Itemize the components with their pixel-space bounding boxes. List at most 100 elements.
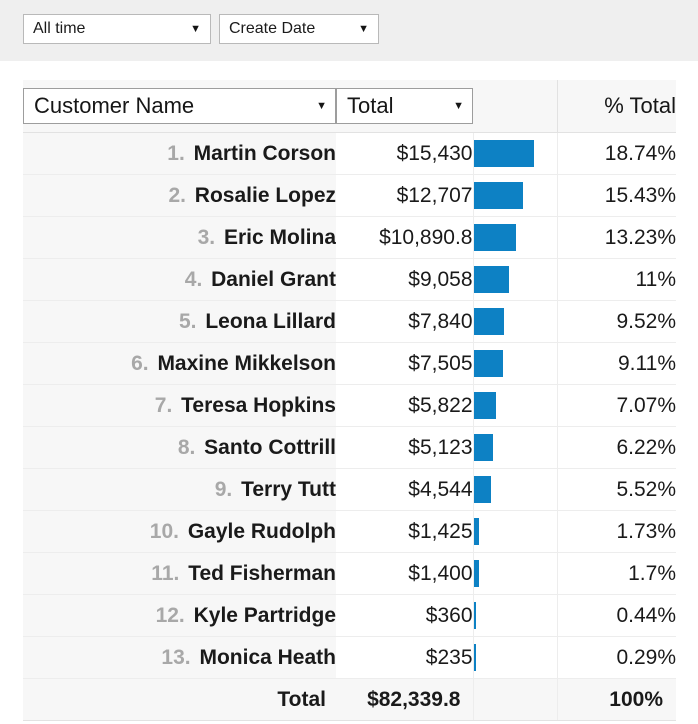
column-header-bar [473,80,557,133]
row-bar [473,140,534,167]
row-rank: 2. [168,183,186,207]
row-customer-name-cell: 13. Monica Heath [23,636,336,679]
table-row[interactable]: 1. Martin Corson $15,430 18.74% [23,132,676,175]
table-row[interactable]: 6. Maxine Mikkelson $7,505 9.11% [23,342,676,385]
row-total-value: $7,840 [336,300,473,343]
column-header-total: Total ▼ [336,80,473,133]
table-header-row: Customer Name ▼ Total ▼ % Total [23,80,676,133]
row-bar-cell [472,258,558,301]
row-rank: 11. [151,561,180,585]
row-rank: 13. [161,645,191,669]
row-customer-name-cell: 7. Teresa Hopkins [23,384,336,427]
row-total-value: $9,058 [336,258,473,301]
row-total-value: $10,890.8 [336,216,473,259]
row-customer-name-cell: 6. Maxine Mikkelson [23,342,336,385]
row-customer-name: Kyle Partridge [193,603,336,627]
table-row[interactable]: 2. Rosalie Lopez $12,707 15.43% [23,174,676,217]
time-range-select-label: All time [33,20,86,37]
row-customer-name-cell: 11. Ted Fisherman [23,552,336,595]
row-bar [473,350,503,377]
row-customer-name-cell: 12. Kyle Partridge [23,594,336,637]
row-percent-total: 9.52% [557,300,676,343]
row-customer-name: Santo Cottrill [204,435,336,459]
row-bar-cell [472,552,558,595]
table-row[interactable]: 3. Eric Molina $10,890.8 13.23% [23,216,676,259]
row-bar-cell [472,342,558,385]
date-field-select[interactable]: Create Date ▼ [219,14,379,44]
table-row[interactable]: 4. Daniel Grant $9,058 11% [23,258,676,301]
table-row[interactable]: 11. Ted Fisherman $1,400 1.7% [23,552,676,595]
row-customer-name-cell: 3. Eric Molina [23,216,336,259]
row-bar-cell [472,636,558,679]
row-customer-name-cell: 9. Terry Tutt [23,468,336,511]
row-percent-total: 11% [557,258,676,301]
row-total-value: $5,822 [336,384,473,427]
row-percent-total: 0.29% [557,636,676,679]
row-customer-name: Monica Heath [199,645,336,669]
row-bar-cell [472,468,558,511]
row-total-value: $1,425 [336,510,473,553]
row-customer-name: Eric Molina [223,225,336,249]
row-rank: 8. [177,435,196,459]
row-customer-name: Leona Lillard [205,309,336,333]
table-row[interactable]: 10. Gayle Rudolph $1,425 1.73% [23,510,676,553]
row-percent-total: 1.73% [557,510,676,553]
total-row-label: Total [23,678,336,721]
table-row[interactable]: 7. Teresa Hopkins $5,822 7.07% [23,384,676,427]
row-bar-cell [472,384,558,427]
row-rank: 7. [154,393,173,417]
row-bar [473,518,479,545]
row-rank: 6. [131,351,149,375]
row-bar-cell [472,216,558,259]
row-total-value: $235 [336,636,473,679]
table-row[interactable]: 13. Monica Heath $235 0.29% [23,636,676,679]
row-bar [473,644,476,671]
row-customer-name: Martin Corson [193,141,336,165]
row-bar-cell [472,300,558,343]
row-customer-name-cell: 10. Gayle Rudolph [23,510,336,553]
row-rank: 3. [197,225,216,249]
row-percent-total: 1.7% [557,552,676,595]
table-row[interactable]: 5. Leona Lillard $7,840 9.52% [23,300,676,343]
row-rank: 5. [178,309,197,333]
row-customer-name-cell: 1. Martin Corson [23,132,336,175]
row-rank: 12. [155,603,185,627]
chevron-down-icon: ▼ [358,22,369,35]
total-measure-select[interactable]: Total ▼ [336,88,473,124]
time-range-select[interactable]: All time ▼ [23,14,211,44]
row-rank: 9. [214,477,233,501]
row-customer-name: Daniel Grant [211,267,336,291]
table-row[interactable]: 8. Santo Cottrill $5,123 6.22% [23,426,676,469]
row-percent-total: 9.11% [557,342,676,385]
row-total-value: $1,400 [336,552,473,595]
chevron-down-icon: ▼ [190,22,201,35]
row-bar-cell [472,594,558,637]
row-rank: 10. [149,519,179,543]
row-customer-name: Rosalie Lopez [194,183,336,207]
row-customer-name: Ted Fisherman [188,561,336,585]
table-row[interactable]: 12. Kyle Partridge $360 0.44% [23,594,676,637]
column-header-percent-total: % Total [556,80,676,133]
row-percent-total: 13.23% [557,216,676,259]
total-measure-label: Total [347,93,394,118]
total-row-value: $82,339.8 [336,678,473,721]
table-row[interactable]: 9. Terry Tutt $4,544 5.52% [23,468,676,511]
row-bar [473,308,504,335]
row-percent-total: 18.74% [557,132,676,175]
column-header-customer-name: Customer Name ▼ [23,80,336,133]
row-bar-cell [472,510,558,553]
row-customer-name-cell: 5. Leona Lillard [23,300,336,343]
date-field-select-label: Create Date [229,20,316,37]
row-customer-name: Maxine Mikkelson [157,351,336,375]
customer-name-dimension-select[interactable]: Customer Name ▼ [23,88,336,124]
row-bar [473,266,509,293]
row-rank: 4. [184,267,203,291]
row-customer-name: Teresa Hopkins [181,393,336,417]
filter-toolbar: All time ▼ Create Date ▼ [0,0,698,61]
table-body: 1. Martin Corson $15,430 18.74% 2. Rosalie … [23,132,676,679]
row-percent-total: 15.43% [557,174,676,217]
total-row-bar-cell [472,678,558,721]
chevron-down-icon: ▼ [316,100,327,112]
row-total-value: $15,430 [336,132,473,175]
row-percent-total: 6.22% [557,426,676,469]
